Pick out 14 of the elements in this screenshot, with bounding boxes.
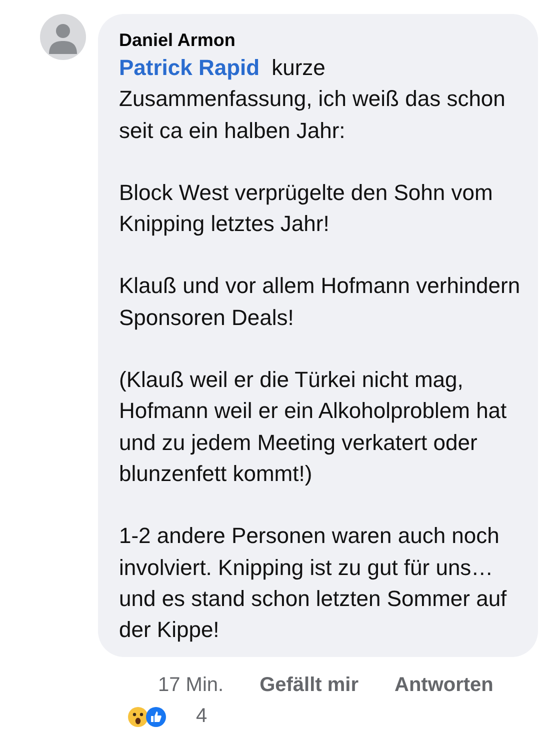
comment-text: (Klauß weil er die Türkei nicht mag, Hofmann weil er ein Alkoholproblem hat und zu jedem Meeting verkatert oder blunzenfett kommt!)	[119, 366, 508, 488]
avatar-icon[interactable]	[40, 14, 86, 60]
timestamp: 17 Min.	[158, 673, 224, 698]
author-name[interactable]: Daniel Armon	[119, 28, 522, 52]
comment-text: Klauß und vor allem Hofmann verhindern Sponsoren Deals!	[119, 272, 522, 332]
comment-text: Patrick Rapid kurze Zusammenfassung, ich weiß das schon seit ca ein halben Jahr:	[119, 54, 506, 145]
thumbs-up-icon	[146, 706, 166, 727]
comment-text: 1-2 andere Personen waren auch noch involviert. Knipping ist zu gut für uns…und es stand schon letzten Sommer auf der Kippe!	[119, 522, 508, 644]
reaction-count[interactable]: 4	[196, 705, 208, 728]
wow-emoji-icon	[128, 706, 148, 727]
comment-action[interactable]: Antworten	[394, 665, 494, 706]
comment-action[interactable]: Gefällt mir	[260, 665, 359, 706]
comment-text: Block West verprügelte den Sohn vom Knipping letztes Jahr!	[119, 178, 494, 238]
mention-link[interactable]: Patrick Rapid	[119, 55, 260, 80]
